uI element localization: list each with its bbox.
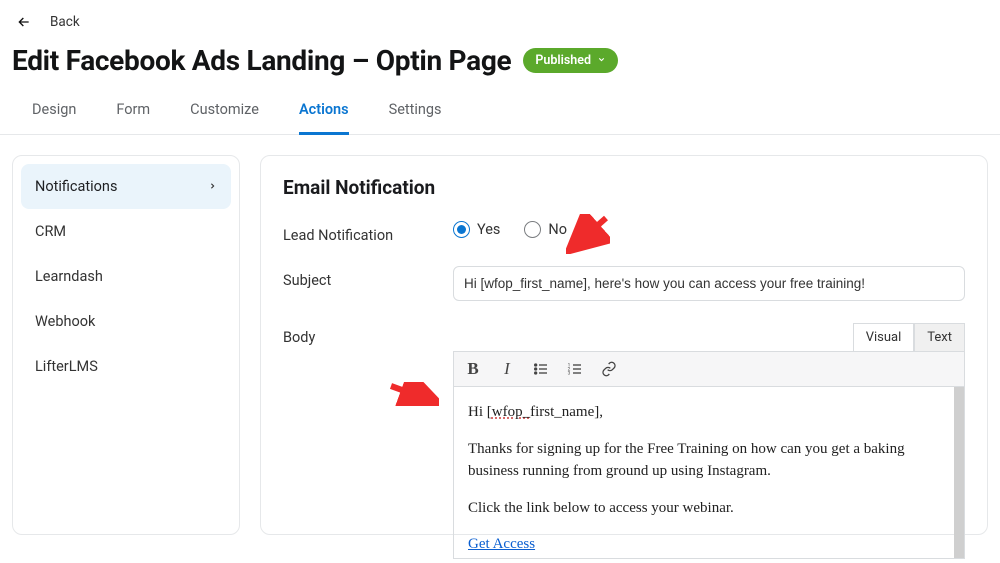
title-row: Edit Facebook Ads Landing – Optin Page P… [0,30,1000,89]
scrollbar[interactable] [954,387,964,558]
radio-icon [524,221,541,238]
sidebar-item-label: LifterLMS [35,358,98,375]
section-heading: Email Notification [283,176,965,199]
editor-toolbar: B I 123 [453,351,965,387]
tab-design[interactable]: Design [32,89,76,134]
radio-no[interactable]: No [524,221,567,238]
tab-settings[interactable]: Settings [389,89,442,134]
body-editor[interactable]: Hi [wfop_first_name], Thanks for signing… [453,387,965,559]
sidebar-item-crm[interactable]: CRM [21,209,231,254]
back-row: Back [0,0,1000,30]
content-panel: Email Notification Lead Notification Yes… [260,155,988,535]
back-label[interactable]: Back [50,14,80,30]
svg-text:3: 3 [568,370,571,376]
link-icon[interactable] [598,358,620,380]
body-line-greeting: Hi [wfop_first_name], [468,401,950,424]
sidebar-item-label: Notifications [35,178,117,195]
italic-icon[interactable]: I [496,358,518,380]
row-subject: Subject [283,266,965,301]
radio-label: No [548,221,567,238]
back-icon[interactable] [16,14,32,30]
tabs: Design Form Customize Actions Settings [0,89,1000,135]
body-paragraph-1: Thanks for signing up for the Free Train… [468,438,950,483]
subject-label: Subject [283,266,453,289]
subject-input[interactable] [453,266,965,301]
status-badge[interactable]: Published [523,48,618,73]
sidebar: Notifications CRM Learndash Webhook Lift… [12,155,240,535]
editor-tab-text[interactable]: Text [914,323,965,351]
chevron-down-icon [597,53,606,68]
main-area: Notifications CRM Learndash Webhook Lift… [0,135,1000,555]
status-badge-label: Published [535,53,591,68]
radio-label: Yes [477,221,500,238]
bulleted-list-icon[interactable] [530,358,552,380]
sidebar-item-notifications[interactable]: Notifications [21,164,231,209]
sidebar-item-learndash[interactable]: Learndash [21,254,231,299]
sidebar-item-lifterlms[interactable]: LifterLMS [21,344,231,389]
chevron-right-icon [208,178,217,195]
lead-notification-label: Lead Notification [283,221,453,244]
editor-tabs: Visual Text [453,323,965,351]
tab-form[interactable]: Form [116,89,150,134]
tab-actions[interactable]: Actions [299,89,349,135]
row-lead-notification: Lead Notification Yes No [283,221,965,244]
sidebar-item-label: Learndash [35,268,103,285]
sidebar-item-webhook[interactable]: Webhook [21,299,231,344]
body-paragraph-2: Click the link below to access your webi… [468,497,950,520]
radio-yes[interactable]: Yes [453,221,500,238]
row-body: Body Visual Text B I 123 [283,323,965,559]
lead-notification-radio-group: Yes No [453,221,567,238]
tab-customize[interactable]: Customize [190,89,259,134]
get-access-link[interactable]: Get Access [468,536,535,552]
editor-tab-visual[interactable]: Visual [853,323,915,351]
body-label: Body [283,323,453,346]
numbered-list-icon[interactable]: 123 [564,358,586,380]
page-title: Edit Facebook Ads Landing – Optin Page [12,44,511,77]
sidebar-item-label: CRM [35,223,66,240]
radio-icon [453,221,470,238]
sidebar-item-label: Webhook [35,313,95,330]
bold-icon[interactable]: B [462,358,484,380]
